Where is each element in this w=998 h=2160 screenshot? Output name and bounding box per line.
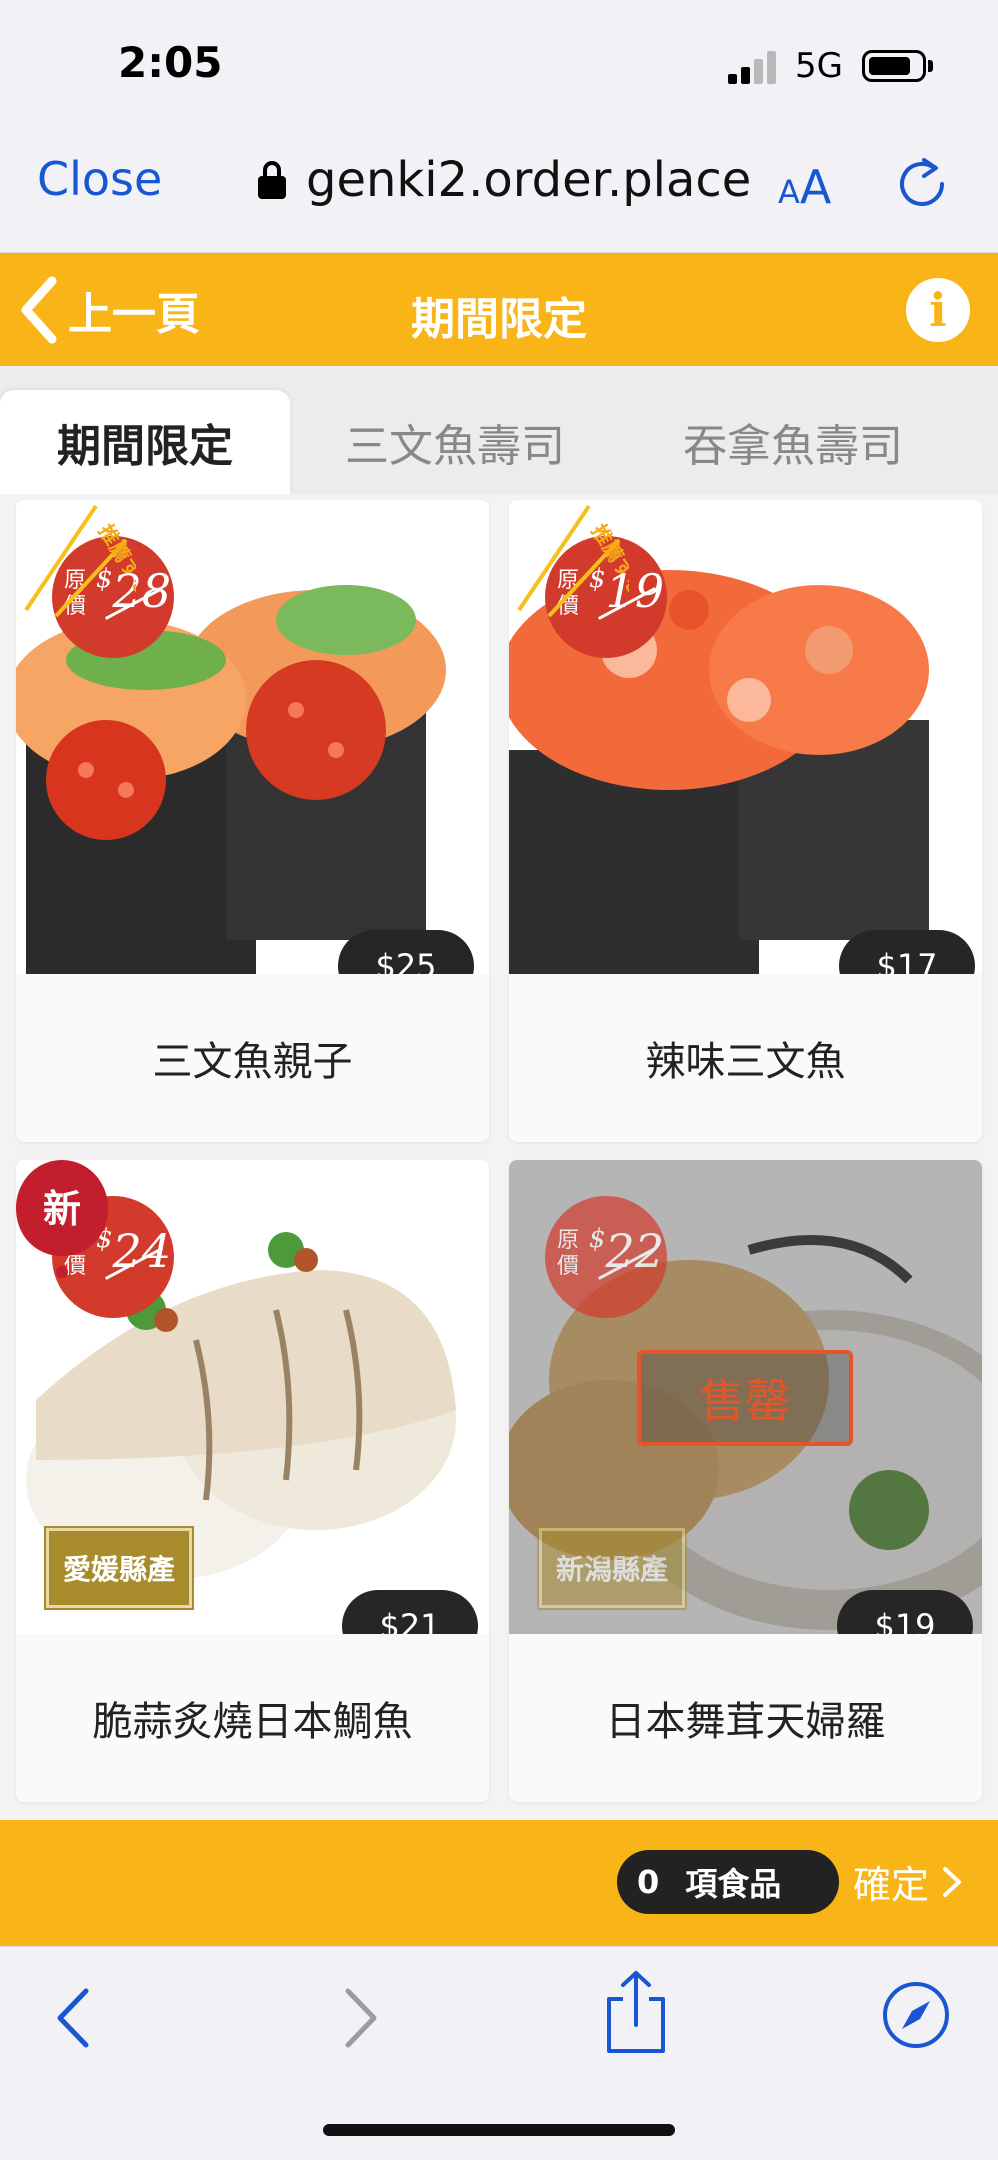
info-button[interactable]: i [906,278,970,342]
status-time: 2:05 [118,38,223,87]
new-badge: 新 [16,1160,108,1278]
status-bar: 2:05 5G [0,0,998,120]
app-header: 上一頁 期間限定 i [0,253,998,366]
origin-tag: 新潟縣產 [536,1526,688,1610]
price-pill: $17 [839,930,975,974]
share-icon[interactable] [603,1969,669,2055]
recommend-tag: 推薦する！ [517,504,629,617]
browser-bar: Close genki2.order.place AA [0,120,998,253]
product-image: 原價 $28 推薦する！ $25 [16,500,489,974]
home-indicator [323,2124,675,2136]
battery-icon [862,50,926,82]
product-card[interactable]: 原價 $28 推薦する！ $25 三文魚親子 [16,500,489,1142]
signal-icon [728,50,778,84]
product-card[interactable]: 原價 $19 推薦する！ $17 辣味三文魚 [509,500,982,1142]
battery-cap [928,60,933,72]
product-name: 脆蒜炙燒日本鯛魚 [92,1699,413,1745]
original-price-label: 原價 [557,1228,580,1279]
text-size-big: A [799,160,832,214]
lock-icon [258,161,286,199]
product-name: 辣味三文魚 [645,1039,846,1085]
product-image: 原價 $22 售罄 新潟縣產 $19 [509,1160,982,1634]
page-title: 期間限定 [411,294,587,345]
product-card[interactable]: 原價 $22 售罄 新潟縣產 $19 日本舞茸天婦羅 [509,1160,982,1802]
url-text: genki2.order.place [306,152,752,208]
product-image: 原價 $19 推薦する！ $17 [509,500,982,974]
reload-icon[interactable] [894,156,950,212]
url-bar[interactable]: genki2.order.place [258,150,751,210]
cart-count-label: 項食品 [685,1865,782,1903]
compass-icon[interactable] [880,1979,952,2051]
page: 2:05 5G Close genki2.order.place AA 上一頁 … [0,0,998,2160]
product-name: 三文魚親子 [152,1039,353,1085]
close-button[interactable]: Close [37,152,162,206]
forward-arrow-icon[interactable] [340,1987,382,2049]
product-image: 原價 $24 新 愛媛縣產 $21 [16,1160,489,1634]
cart-bar: 0 項食品 確定 [0,1820,998,1946]
tab-salmon-sushi[interactable]: 三文魚壽司 [310,390,600,494]
cart-count-number: 0 [637,1863,660,1901]
origin-tag: 愛媛縣產 [43,1526,195,1610]
confirm-label: 確定 [853,1863,930,1907]
sold-out-label: 售罄 [637,1350,853,1446]
price-pill: $25 [338,930,474,974]
chevron-right-icon [943,1866,962,1897]
cart-count[interactable]: 0 項食品 [617,1850,839,1914]
tab-limited-time[interactable]: 期間限定 [0,390,290,494]
product-grid: 原價 $28 推薦する！ $25 三文魚親子 原價 $19 推薦する！ $17 … [0,494,998,1820]
new-badge-text: 新 [43,1187,81,1231]
price-pill: $19 [837,1590,973,1634]
product-name: 日本舞茸天婦羅 [605,1699,886,1745]
tab-tuna-sushi[interactable]: 吞拿魚壽司 [648,390,938,494]
original-price-badge: 原價 $22 [545,1196,667,1318]
price-pill: $21 [342,1590,478,1634]
confirm-button[interactable]: 確定 [853,1854,963,1909]
text-size-button[interactable]: AA [778,160,831,214]
text-size-small: A [778,173,800,211]
recommend-tag: 推薦する！ [24,504,136,617]
product-card[interactable]: 原價 $24 新 愛媛縣產 $21 脆蒜炙燒日本鯛魚 [16,1160,489,1802]
category-tabs: 期間限定 三文魚壽司 吞拿魚壽司 [0,366,998,494]
network-type: 5G [795,46,843,86]
back-arrow-icon[interactable] [52,1987,94,2049]
